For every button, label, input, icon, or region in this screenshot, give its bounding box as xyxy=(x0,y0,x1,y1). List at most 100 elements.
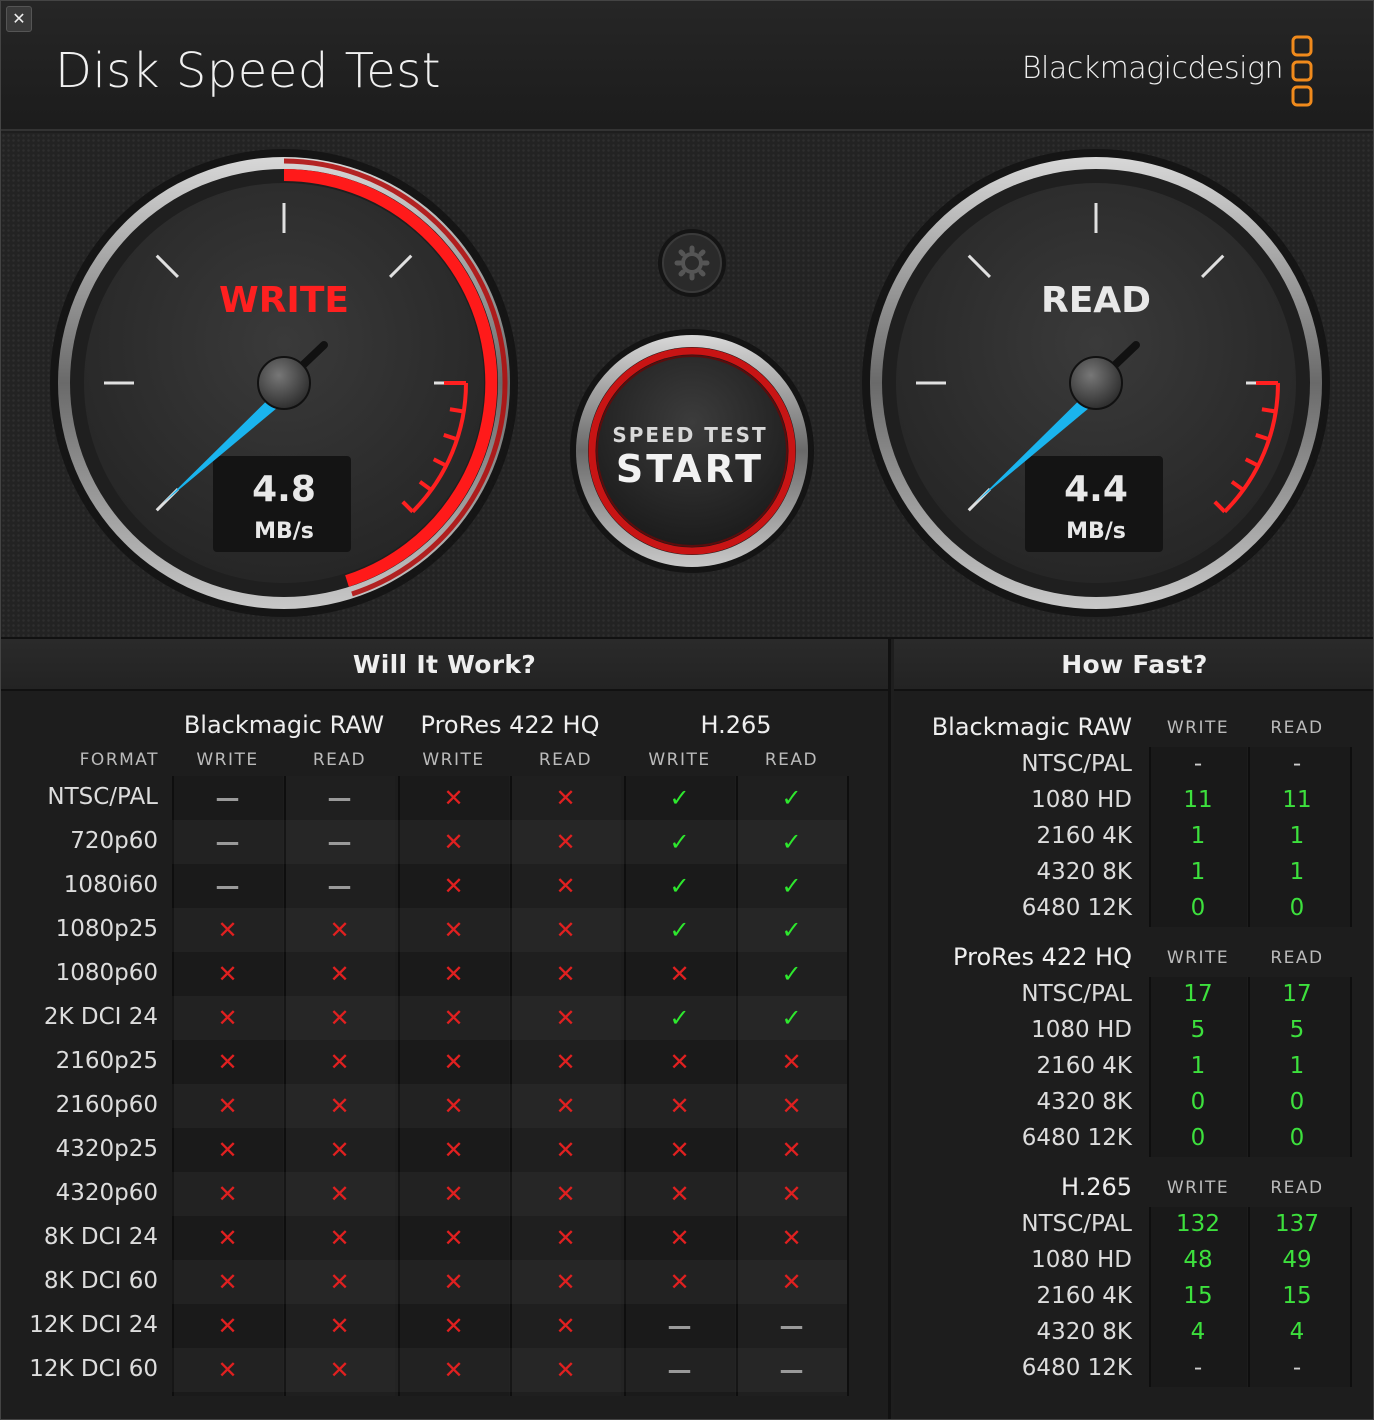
how-fast-read-header: READ xyxy=(1270,948,1324,968)
settings-button[interactable] xyxy=(658,229,726,297)
how-fast-format-label: 6480 12K xyxy=(1021,1125,1132,1151)
how-fast-format-label: 1080 HD xyxy=(1031,1017,1132,1043)
status-cross-icon: ✕ xyxy=(669,960,690,988)
status-cross-icon: ✕ xyxy=(555,1092,576,1120)
format-label: 4320p25 xyxy=(55,1136,158,1162)
status-cross-icon: ✕ xyxy=(329,1048,350,1076)
status-dash-icon: — xyxy=(779,1356,804,1384)
will-it-work-title: Will It Work? xyxy=(1,639,888,691)
status-cross-icon: ✕ xyxy=(329,916,350,944)
status-cross-icon: ✕ xyxy=(443,1048,464,1076)
how-fast-write-header: WRITE xyxy=(1166,718,1230,738)
read-gauge-label: READ xyxy=(1041,280,1151,321)
format-label: 2160p25 xyxy=(55,1048,158,1074)
status-cross-icon: ✕ xyxy=(443,1224,464,1252)
read-column-header: READ xyxy=(764,750,819,770)
how-fast-format-label: 4320 8K xyxy=(1036,1319,1132,1345)
status-cross-icon: ✕ xyxy=(443,828,464,856)
write-gauge: WRITE 4.8 MB/s xyxy=(50,149,518,617)
status-check-icon: ✓ xyxy=(669,784,690,812)
status-cross-icon: ✕ xyxy=(555,1180,576,1208)
how-fast-codec-header: ProRes 422 HQ xyxy=(953,943,1132,971)
how-fast-read-value: 4 xyxy=(1289,1319,1305,1345)
codec-header: Blackmagic RAW xyxy=(183,711,385,739)
status-dash-icon: — xyxy=(779,1312,804,1340)
how-fast-format-label: 2160 4K xyxy=(1036,1283,1132,1309)
status-cross-icon: ✕ xyxy=(217,916,238,944)
status-cross-icon: ✕ xyxy=(443,1136,464,1164)
how-fast-format-label: 6480 12K xyxy=(1021,1355,1132,1381)
status-cross-icon: ✕ xyxy=(669,1224,690,1252)
read-speed-unit: MB/s xyxy=(1066,519,1126,544)
status-cross-icon: ✕ xyxy=(329,1268,350,1296)
how-fast-read-value: 5 xyxy=(1289,1017,1305,1043)
status-cross-icon: ✕ xyxy=(443,784,464,812)
how-fast-write-value: 5 xyxy=(1190,1017,1206,1043)
status-cross-icon: ✕ xyxy=(781,1092,802,1120)
start-button[interactable]: SPEED TEST START xyxy=(570,329,814,573)
will-it-work-panel: Will It Work? Blackmagic RAW WRITE READ Pro… xyxy=(1,639,891,1419)
codec-header: H.265 xyxy=(700,711,772,739)
read-column-header: READ xyxy=(538,750,593,770)
how-fast-read-value: - xyxy=(1292,1355,1302,1381)
status-dash-icon: — xyxy=(215,828,240,856)
gauge-panel: WRITE 4.8 MB/s READ 4.4 MB/s SPEED TEST … xyxy=(1,133,1373,639)
status-check-icon: ✓ xyxy=(669,828,690,856)
format-label: 1080p25 xyxy=(55,916,158,942)
status-cross-icon: ✕ xyxy=(555,1004,576,1032)
format-column-header: FORMAT xyxy=(79,750,159,770)
status-cross-icon: ✕ xyxy=(781,1268,802,1296)
status-check-icon: ✓ xyxy=(781,960,802,988)
how-fast-read-header: READ xyxy=(1270,1178,1324,1198)
status-check-icon: ✓ xyxy=(669,872,690,900)
how-fast-write-value: 15 xyxy=(1183,1283,1213,1309)
status-cross-icon: ✕ xyxy=(669,1048,690,1076)
how-fast-write-value: 132 xyxy=(1176,1211,1220,1237)
status-check-icon: ✓ xyxy=(781,828,802,856)
status-check-icon: ✓ xyxy=(669,916,690,944)
how-fast-write-header: WRITE xyxy=(1166,1178,1230,1198)
close-button[interactable]: ✕ xyxy=(6,6,32,32)
status-cross-icon: ✕ xyxy=(443,1004,464,1032)
status-dash-icon: — xyxy=(327,872,352,900)
status-cross-icon: ✕ xyxy=(555,828,576,856)
status-cross-icon: ✕ xyxy=(217,1180,238,1208)
format-label: 2160p60 xyxy=(55,1092,158,1118)
status-cross-icon: ✕ xyxy=(555,1224,576,1252)
status-cross-icon: ✕ xyxy=(443,1312,464,1340)
status-cross-icon: ✕ xyxy=(669,1268,690,1296)
how-fast-write-value: 48 xyxy=(1183,1247,1213,1273)
status-cross-icon: ✕ xyxy=(443,1180,464,1208)
how-fast-codec-header: H.265 xyxy=(1060,1173,1132,1201)
status-check-icon: ✓ xyxy=(781,916,802,944)
write-speed-value: 4.8 xyxy=(252,469,316,510)
status-cross-icon: ✕ xyxy=(555,1048,576,1076)
how-fast-read-value: 1 xyxy=(1289,1053,1305,1079)
read-needle-hub xyxy=(1069,356,1123,410)
status-cross-icon: ✕ xyxy=(329,1312,350,1340)
status-cross-icon: ✕ xyxy=(329,1092,350,1120)
how-fast-format-label: NTSC/PAL xyxy=(1021,1211,1132,1237)
status-dash-icon: — xyxy=(327,828,352,856)
how-fast-read-header: READ xyxy=(1270,718,1324,738)
close-icon: ✕ xyxy=(12,9,26,28)
format-label: 8K DCI 60 xyxy=(43,1268,158,1294)
start-button-subtitle: SPEED TEST xyxy=(612,423,767,447)
how-fast-read-value: 11 xyxy=(1282,787,1312,813)
status-cross-icon: ✕ xyxy=(781,1048,802,1076)
how-fast-write-value: 1 xyxy=(1190,1053,1206,1079)
status-dash-icon: — xyxy=(327,784,352,812)
status-check-icon: ✓ xyxy=(781,1004,802,1032)
how-fast-write-header: WRITE xyxy=(1166,948,1230,968)
how-fast-format-label: 6480 12K xyxy=(1021,895,1132,921)
status-cross-icon: ✕ xyxy=(669,1092,690,1120)
write-column-header: WRITE xyxy=(648,750,711,770)
how-fast-write-value: 1 xyxy=(1190,823,1206,849)
status-cross-icon: ✕ xyxy=(329,960,350,988)
format-label: 720p60 xyxy=(70,828,158,854)
write-column-header: WRITE xyxy=(422,750,485,770)
status-cross-icon: ✕ xyxy=(443,872,464,900)
how-fast-write-value: 17 xyxy=(1183,981,1213,1007)
format-label: NTSC/PAL xyxy=(47,784,158,810)
status-cross-icon: ✕ xyxy=(555,1136,576,1164)
